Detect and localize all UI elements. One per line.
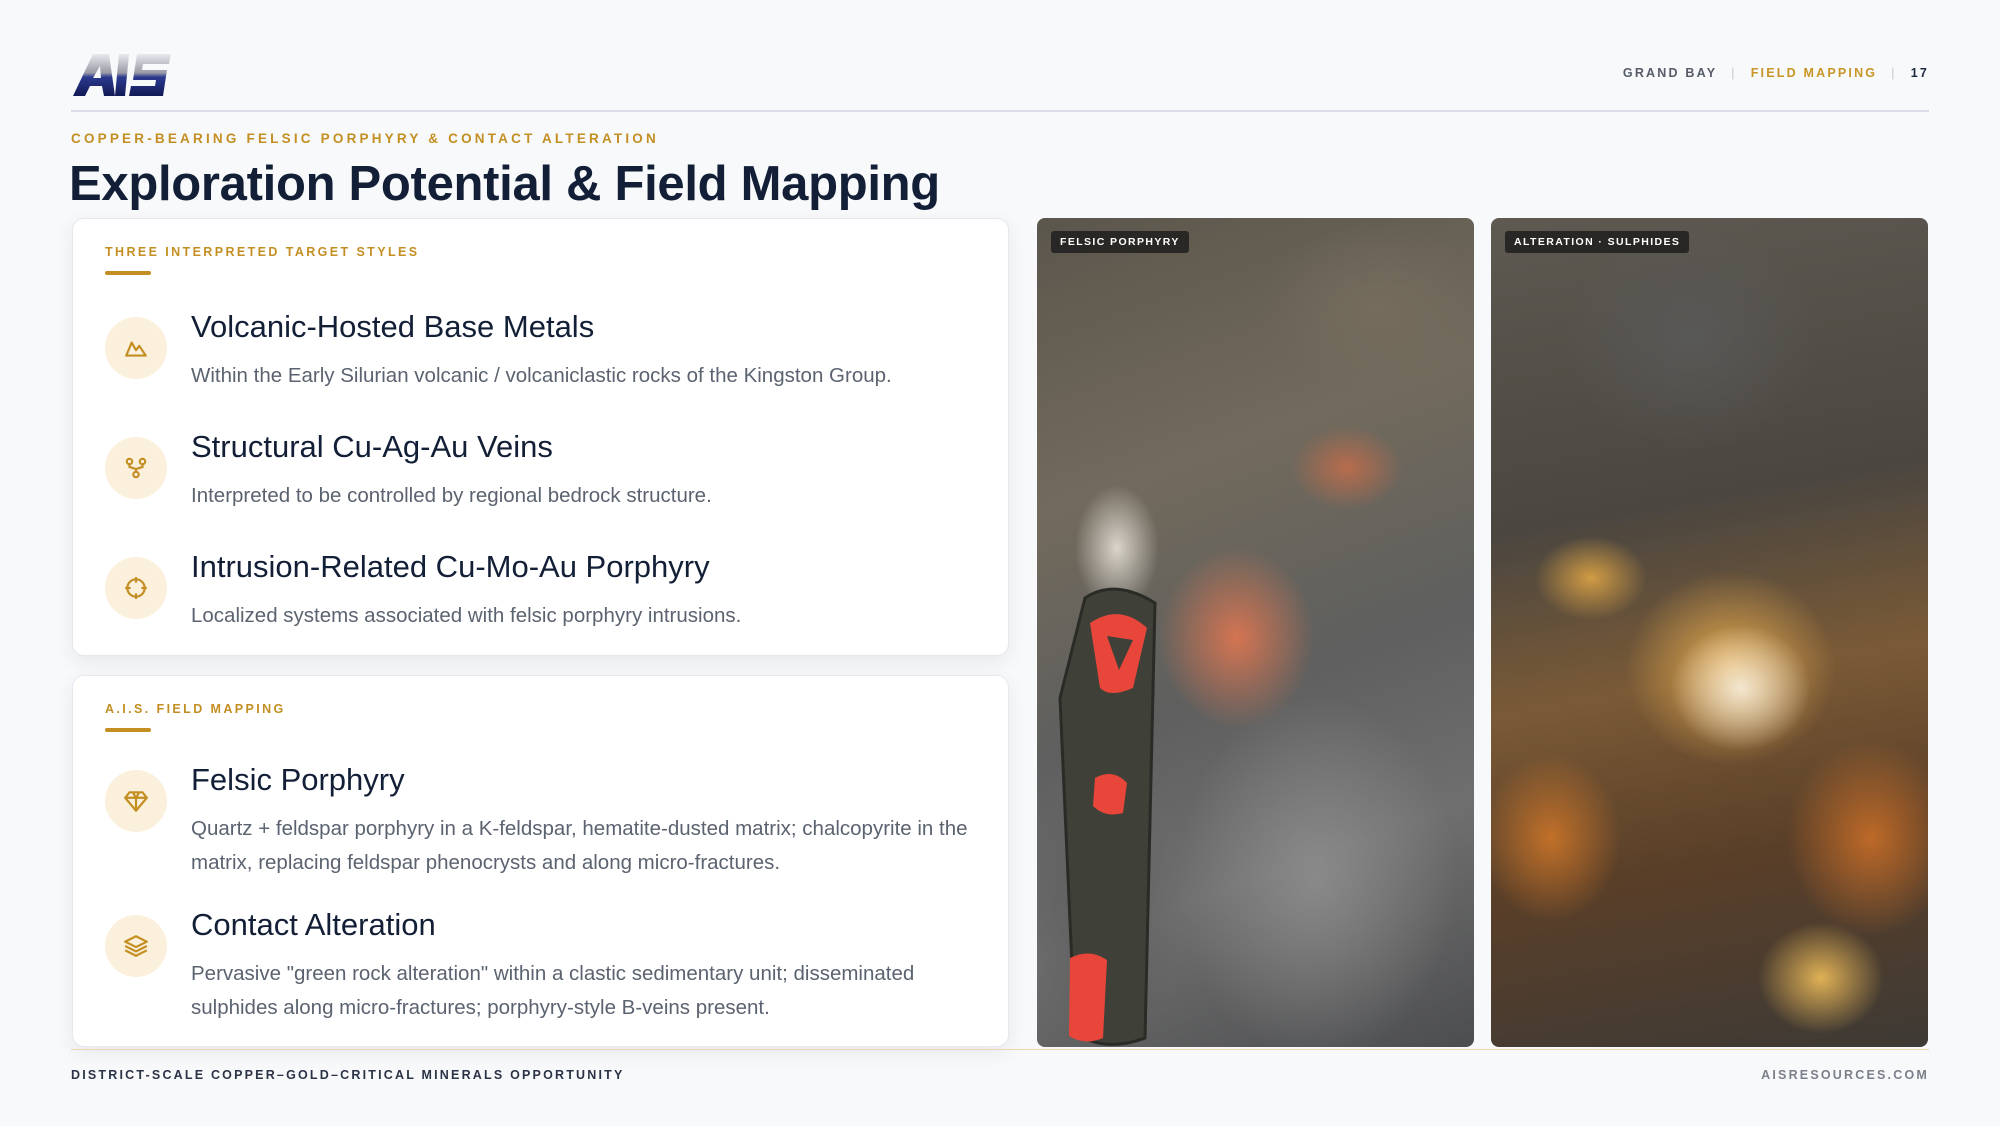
felsic-porphyry-photo: FELSIC PORPHYRY	[1037, 218, 1474, 1047]
item-description: Within the Early Silurian volcanic / vol…	[191, 364, 892, 387]
footer-tagline: DISTRICT-SCALE COPPER–GOLD–CRITICAL MINE…	[71, 1068, 625, 1082]
header: GRAND BAY | FIELD MAPPING | 17	[71, 48, 1929, 112]
ais-logo[interactable]	[71, 52, 175, 98]
nav-location: GRAND BAY	[1622, 66, 1718, 80]
card-label: THREE INTERPRETED TARGET STYLES	[105, 245, 420, 259]
nav-divider: |	[1731, 66, 1737, 80]
page-number: 17	[1910, 66, 1929, 80]
mountain-icon	[105, 317, 167, 379]
card-divider	[105, 271, 151, 275]
footer-divider	[71, 1049, 1929, 1050]
page-eyebrow: COPPER-BEARING FELSIC PORPHYRY & CONTACT…	[71, 131, 659, 146]
target-styles-card: THREE INTERPRETED TARGET STYLES Volcanic…	[72, 218, 1009, 656]
alteration-sulphides-photo: ALTERATION · SULPHIDES	[1491, 218, 1928, 1047]
nav-divider: |	[1891, 66, 1897, 80]
footer-website-link[interactable]: AISRESOURCES.COM	[1761, 1068, 1929, 1082]
item-description: Pervasive "green rock alteration" within…	[191, 962, 915, 1019]
item-title: Felsic Porphyry	[191, 762, 405, 797]
nav-section: FIELD MAPPING	[1750, 66, 1878, 80]
photo-tag: FELSIC PORPHYRY	[1051, 231, 1189, 253]
gem-icon	[105, 770, 167, 832]
item-title: Intrusion-Related Cu-Mo-Au Porphyry	[191, 549, 710, 584]
photo-tag: ALTERATION · SULPHIDES	[1505, 231, 1690, 253]
network-icon	[105, 437, 167, 499]
item-description: Quartz + feldspar porphyry in a K-feldsp…	[191, 817, 968, 874]
item-description: Interpreted to be controlled by regional…	[191, 484, 712, 507]
layers-icon	[105, 915, 167, 977]
item-title: Contact Alteration	[191, 907, 436, 942]
page-title: Exploration Potential & Field Mapping	[69, 157, 940, 211]
crosshair-icon	[105, 557, 167, 619]
item-description: Localized systems associated with felsic…	[191, 604, 742, 627]
item-title: Volcanic-Hosted Base Metals	[191, 309, 595, 344]
item-title: Structural Cu-Ag-Au Veins	[191, 429, 553, 464]
field-mapping-card: A.I.S. FIELD MAPPING Felsic Porphyry Qua…	[72, 675, 1009, 1047]
rock-hammer-image	[1058, 587, 1157, 1046]
header-nav: GRAND BAY | FIELD MAPPING | 17	[1623, 66, 1929, 80]
card-label: A.I.S. FIELD MAPPING	[105, 702, 286, 716]
card-divider	[105, 728, 151, 732]
